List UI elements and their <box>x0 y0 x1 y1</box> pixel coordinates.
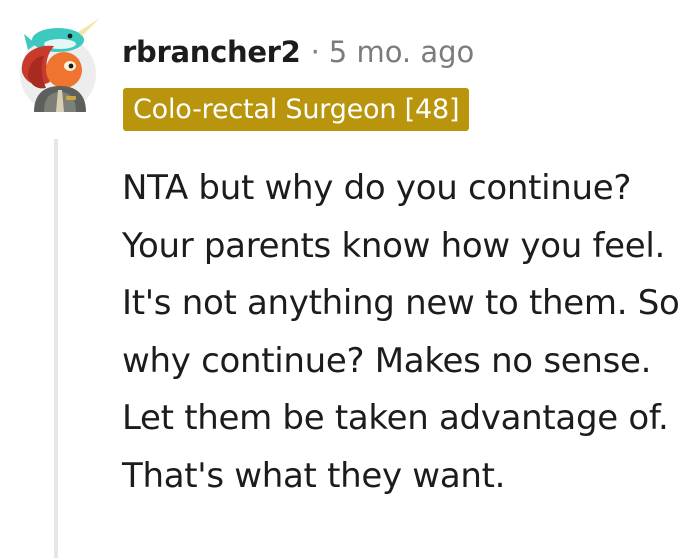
comment-meta: rbrancher2 · 5 mo. ago <box>122 30 474 74</box>
meta-separator: · <box>310 35 320 69</box>
user-avatar-icon[interactable] <box>14 16 102 114</box>
user-flair-badge: Colo-rectal Surgeon [48] <box>123 88 470 131</box>
thread-collapse-line[interactable] <box>54 139 58 558</box>
comment: rbrancher2 · 5 mo. ago Colo-rectal Surge… <box>0 0 700 558</box>
username-link[interactable]: rbrancher2 <box>122 35 301 69</box>
timestamp-link[interactable]: 5 mo. ago <box>329 35 475 69</box>
comment-body: NTA but why do you continue? Your parent… <box>122 168 680 496</box>
